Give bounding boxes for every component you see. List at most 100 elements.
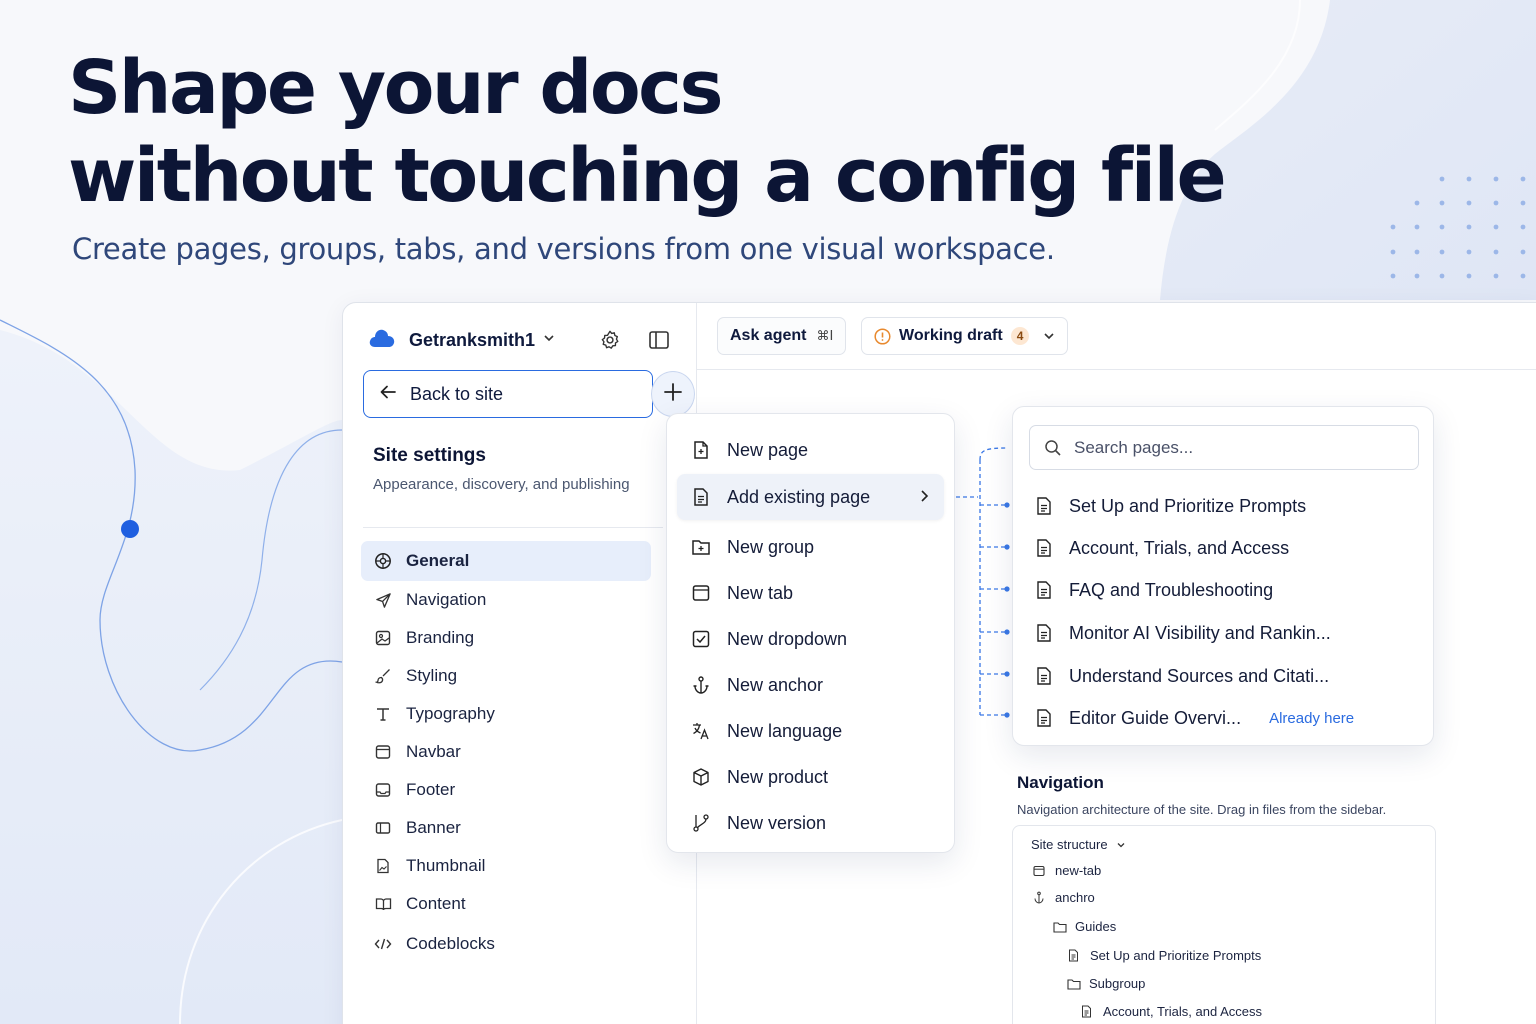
site-settings-title: Site settings <box>373 445 486 466</box>
sidebar-item-codeblocks[interactable]: Codeblocks <box>361 925 651 963</box>
search-pages-box <box>1029 425 1419 470</box>
sidebar-item-label: Content <box>406 894 466 913</box>
topbar-divider <box>697 369 1536 370</box>
menu-item-label: New tab <box>727 582 794 603</box>
tree-item-set-up[interactable]: Set Up and Prioritize Prompts <box>1068 948 1261 963</box>
footer-icon <box>373 780 393 800</box>
sidebar-item-thumbnail[interactable]: Thumbnail <box>361 847 651 885</box>
site-structure-dropdown[interactable]: Site structure <box>1031 837 1126 852</box>
sidebar-item-label: Banner <box>406 818 461 837</box>
back-to-site-button[interactable]: Back to site <box>363 370 653 418</box>
hero-title-line1: Shape your docs <box>68 45 724 131</box>
sidebar-item-label: General <box>406 551 470 570</box>
tree-item-account[interactable]: Account, Trials, and Access <box>1081 1004 1262 1019</box>
tree-item-label: Guides <box>1075 919 1117 934</box>
settings-nav-list: General Navigation Branding Styling Typo… <box>361 541 651 963</box>
translate-icon <box>690 720 712 742</box>
add-button[interactable] <box>651 371 695 417</box>
file-text-icon <box>1035 708 1055 728</box>
anchor-icon <box>690 674 712 696</box>
code-icon <box>373 934 393 954</box>
menu-item-new-group[interactable]: New group <box>677 524 944 570</box>
search-icon <box>1044 439 1062 457</box>
page-item-editor-guide[interactable]: Editor Guide Overvi... Already here <box>1035 703 1354 733</box>
sidebar: Getranksmith1 Back to site Site settings… <box>343 303 697 1024</box>
ask-agent-label: Ask agent <box>730 327 807 344</box>
file-text-icon <box>690 486 712 508</box>
send-icon <box>373 590 393 610</box>
sidebar-item-navigation[interactable]: Navigation <box>361 581 651 619</box>
navigation-section: Navigation Navigation architecture of th… <box>1017 773 1386 817</box>
sidebar-item-typography[interactable]: Typography <box>361 695 651 733</box>
page-item-understand[interactable]: Understand Sources and Citati... <box>1035 661 1329 691</box>
sidebar-item-footer[interactable]: Footer <box>361 771 651 809</box>
sidebar-item-branding[interactable]: Branding <box>361 619 651 657</box>
sidebar-item-label: Branding <box>406 628 475 647</box>
ask-agent-button[interactable]: Ask agent ⌘I <box>717 317 847 355</box>
page-item-faq[interactable]: FAQ and Troubleshooting <box>1035 575 1273 605</box>
menu-item-new-anchor[interactable]: New anchor <box>677 662 944 708</box>
sidebar-toggle-icon[interactable] <box>646 327 672 353</box>
sidebar-item-label: Codeblocks <box>406 934 495 953</box>
hero-subtitle: Create pages, groups, tabs, and versions… <box>72 232 1055 266</box>
tree-item-new-tab[interactable]: new-tab <box>1033 863 1101 878</box>
tree-item-anchro[interactable]: anchro <box>1033 890 1095 905</box>
sidebar-item-content[interactable]: Content <box>361 885 651 923</box>
file-plus-icon <box>690 439 712 461</box>
page-item-label: Monitor AI Visibility and Rankin... <box>1069 622 1331 643</box>
menu-item-label: New dropdown <box>727 628 848 649</box>
sidebar-item-label: Navigation <box>406 590 487 609</box>
chevron-right-icon <box>918 487 930 508</box>
add-menu: New page Add existing page New group New… <box>666 413 955 853</box>
page-item-set-up[interactable]: Set Up and Prioritize Prompts <box>1035 491 1306 521</box>
page-item-label: FAQ and Troubleshooting <box>1069 579 1274 600</box>
menu-item-new-product[interactable]: New product <box>677 754 944 800</box>
gear-icon[interactable] <box>597 327 623 353</box>
working-draft-button[interactable]: Working draft 4 <box>861 317 1069 355</box>
ask-agent-shortcut: ⌘I <box>816 328 834 344</box>
sidebar-item-styling[interactable]: Styling <box>361 657 651 695</box>
menu-item-new-language[interactable]: New language <box>677 708 944 754</box>
menu-item-label: New page <box>727 439 809 460</box>
hero-title-line2: without touching a config file <box>68 133 1227 219</box>
file-text-icon <box>1035 580 1055 600</box>
tab-icon <box>690 582 712 604</box>
arrow-left-icon <box>378 382 398 407</box>
sidebar-item-label: Styling <box>406 666 458 685</box>
menu-item-new-version[interactable]: New version <box>677 800 944 846</box>
cloud-logo-icon <box>369 328 395 353</box>
type-icon <box>373 704 393 724</box>
menu-item-new-page[interactable]: New page <box>677 427 944 473</box>
tree-item-guides[interactable]: Guides <box>1053 919 1116 934</box>
hero-title: Shape your docs without touching a confi… <box>68 44 1227 220</box>
menu-item-new-tab[interactable]: New tab <box>677 570 944 616</box>
search-pages-input[interactable] <box>1074 437 1374 458</box>
menu-item-label: New version <box>727 812 827 833</box>
page-item-label: Editor Guide Overvi... <box>1069 707 1242 728</box>
tree-item-subgroup[interactable]: Subgroup <box>1067 976 1145 991</box>
menu-item-add-existing-page[interactable]: Add existing page <box>677 474 944 520</box>
tree-item-label: Subgroup <box>1089 976 1146 991</box>
sidebar-item-general[interactable]: General <box>361 541 651 581</box>
already-here-note: Already here <box>1269 709 1355 727</box>
page-item-account[interactable]: Account, Trials, and Access <box>1035 533 1289 563</box>
working-draft-label: Working draft <box>899 327 1003 344</box>
chevron-down-icon <box>543 331 555 349</box>
existing-pages-popover: Set Up and Prioritize Prompts Account, T… <box>1012 406 1434 746</box>
globe-icon <box>373 551 393 571</box>
workspace-name: Getranksmith1 <box>409 329 536 350</box>
sidebar-item-navbar[interactable]: Navbar <box>361 733 651 771</box>
site-settings-header: Site settings Appearance, discovery, and… <box>373 445 663 496</box>
file-text-icon <box>1068 949 1082 962</box>
banner-icon <box>373 818 393 838</box>
menu-item-new-dropdown[interactable]: New dropdown <box>677 616 944 662</box>
folder-icon <box>1067 978 1081 990</box>
sidebar-item-label: Typography <box>406 704 495 723</box>
folder-plus-icon <box>690 536 712 558</box>
workspace-switcher[interactable]: Getranksmith1 <box>369 325 555 355</box>
sidebar-item-banner[interactable]: Banner <box>361 809 651 847</box>
file-text-icon <box>1035 538 1055 558</box>
menu-item-label: New anchor <box>727 674 824 695</box>
site-structure-panel: Site structure new-tab anchro Guides Set… <box>1012 825 1436 1024</box>
page-item-monitor[interactable]: Monitor AI Visibility and Rankin... <box>1035 618 1331 648</box>
